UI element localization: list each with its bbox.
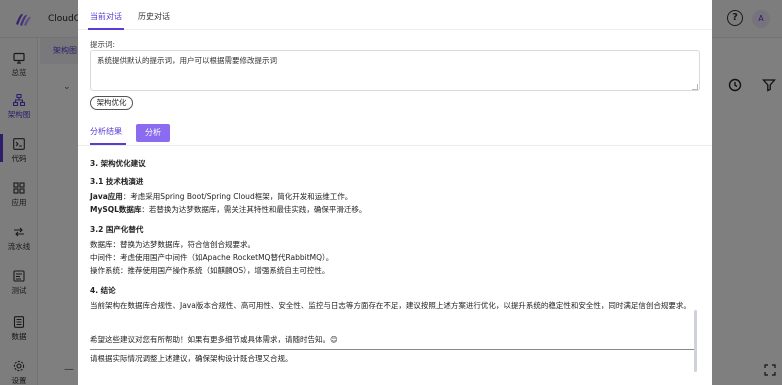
active-tab-underline bbox=[88, 28, 124, 30]
tab-history-conversation[interactable]: 历史对话 bbox=[138, 11, 170, 22]
architecture-optimize-button[interactable]: 架构优化 bbox=[90, 96, 133, 110]
conversation-tabs: 当前对话 历史对话 bbox=[78, 0, 712, 30]
tab-current-conversation[interactable]: 当前对话 bbox=[90, 11, 122, 22]
section-heading: 3. 架构优化建议 bbox=[90, 159, 146, 168]
closing-text: 希望这些建议对您有所帮助！如果有更多细节或具体需求，请随时告知。😊 bbox=[90, 335, 338, 344]
java-recommendation: Java应用：考虑采用Spring Boot/Spring Cloud框架，简化… bbox=[90, 191, 352, 203]
database-replacement: 数据库：替换为达梦数据库，符合信创合规要求。 bbox=[90, 240, 255, 249]
divider bbox=[78, 145, 712, 146]
mysql-label: MySQL数据库 bbox=[90, 205, 142, 214]
mysql-recommendation: MySQL数据库：若替换为达梦数据库，需关注其特性和最佳实践，确保平滑迁移。 bbox=[90, 204, 366, 216]
footer-note: 请根据实际情况调整上述建议，确保架构设计既合理又合规。 bbox=[90, 354, 293, 363]
scrollbar-thumb[interactable] bbox=[694, 310, 697, 372]
os-replacement: 操作系统：推荐使用国产操作系统（如麒麟OS），增强系统自主可控性。 bbox=[90, 266, 330, 275]
ai-assistant-panel: 当前对话 历史对话 提示词: 系统提供默认的提示词，用户可以根据需要修改提示词 … bbox=[78, 0, 712, 385]
subsection-heading: 3.2 国产化替代 bbox=[90, 225, 144, 234]
resize-handle-icon[interactable] bbox=[692, 84, 698, 90]
conclusion-text: 当前架构在数据库合规性、Java版本合规性、高可用性、安全性、监控与日志等方面存… bbox=[90, 301, 691, 310]
subsection-heading: 3.1 技术栈演进 bbox=[90, 177, 144, 186]
prompt-input[interactable]: 系统提供默认的提示词，用户可以根据需要修改提示词 bbox=[90, 50, 700, 91]
prompt-label: 提示词: bbox=[90, 40, 116, 49]
java-label: Java应用 bbox=[90, 192, 123, 201]
tab-analysis-result[interactable]: 分析结果 bbox=[90, 126, 122, 137]
java-text: ：考虑采用Spring Boot/Spring Cloud框架，简化开发和运维工… bbox=[122, 192, 353, 201]
middleware-replacement: 中间件：考虑使用国产中间件（如Apache RocketMQ替代RabbitMQ… bbox=[90, 253, 334, 262]
analyze-button[interactable]: 分析 bbox=[136, 124, 170, 142]
section-heading: 4. 结论 bbox=[90, 286, 116, 295]
divider bbox=[90, 349, 694, 350]
mysql-text: ：若替换为达梦数据库，需关注其特性和最佳实践，确保平滑迁移。 bbox=[141, 205, 367, 214]
